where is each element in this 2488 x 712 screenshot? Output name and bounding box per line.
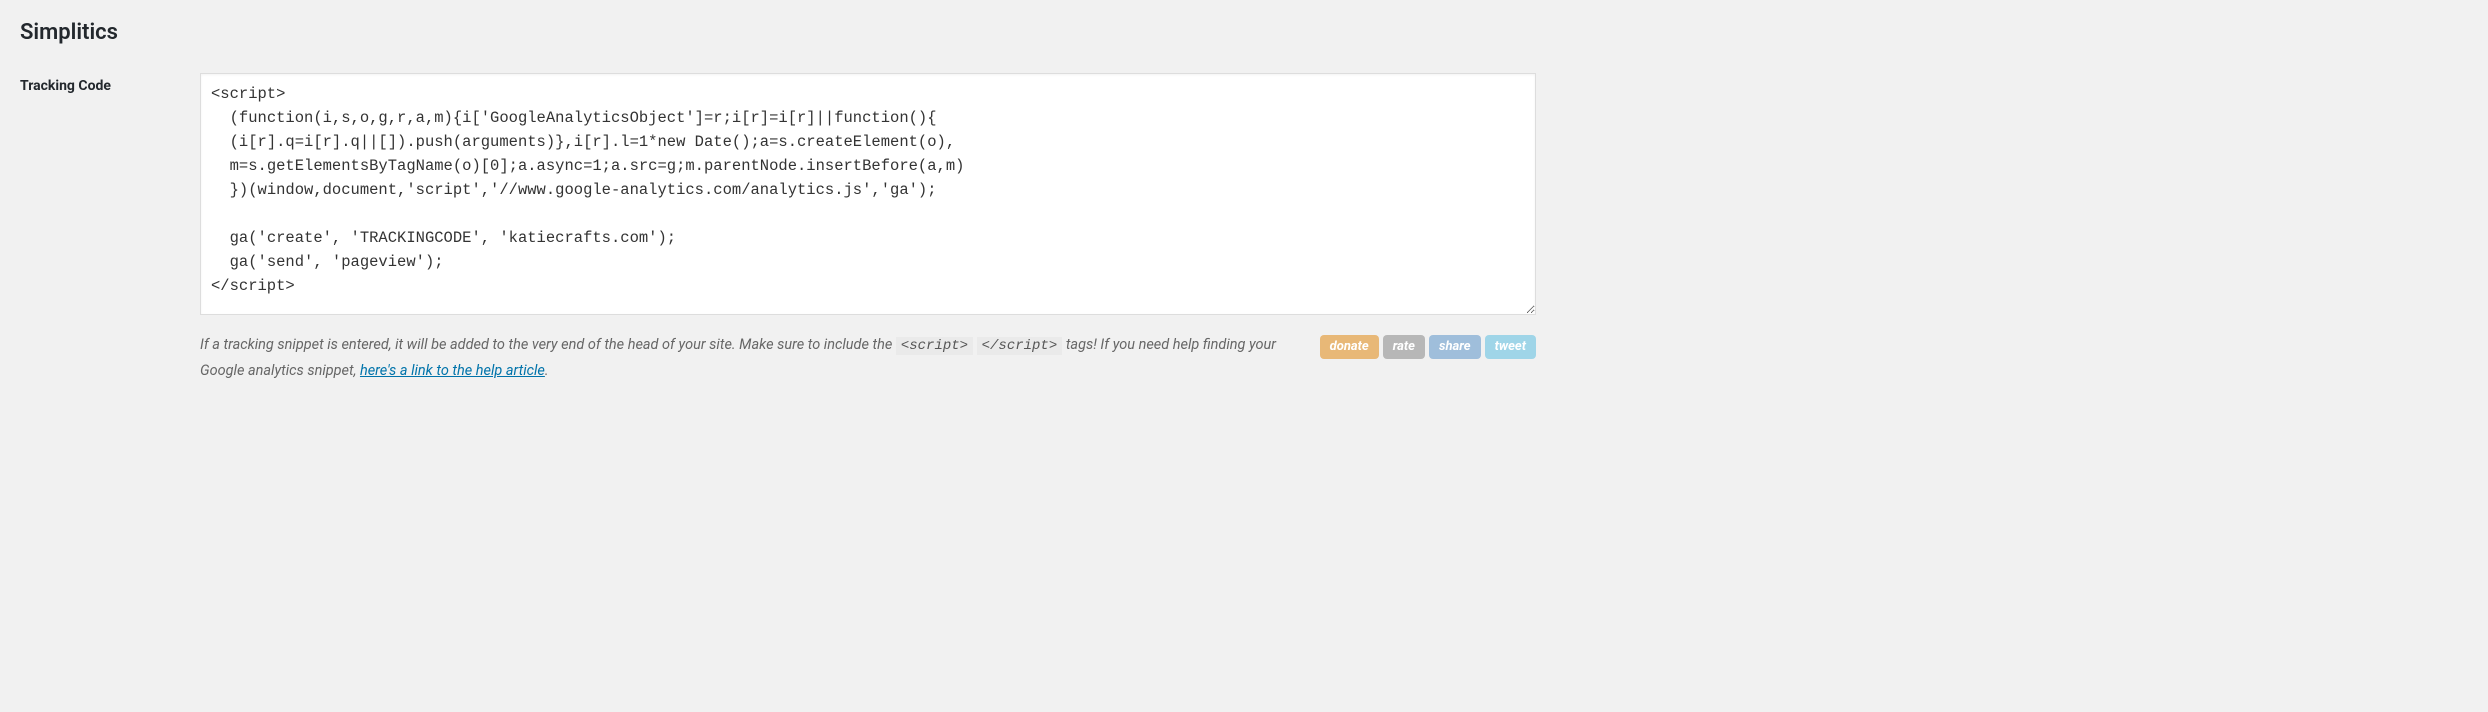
tweet-button[interactable]: tweet <box>1485 335 1536 359</box>
desc-part3: . <box>545 362 549 379</box>
donate-button[interactable]: donate <box>1320 335 1379 359</box>
page-title: Simplitics <box>20 20 1536 45</box>
tracking-code-label: Tracking Code <box>20 78 111 94</box>
desc-part1: If a tracking snippet is entered, it wil… <box>200 336 896 353</box>
share-button[interactable]: share <box>1429 335 1481 359</box>
desc-code-open: <script> <box>896 337 973 355</box>
description-text: If a tracking snippet is entered, it wil… <box>200 333 1300 383</box>
tracking-code-textarea[interactable] <box>200 73 1536 315</box>
help-article-link[interactable]: here's a link to the help article <box>360 362 545 379</box>
desc-code-close: </script> <box>977 337 1063 355</box>
tracking-code-row: Tracking Code If a tracking snippet is e… <box>20 73 1536 383</box>
action-buttons: donate rate share tweet <box>1320 333 1536 359</box>
rate-button[interactable]: rate <box>1383 335 1425 359</box>
